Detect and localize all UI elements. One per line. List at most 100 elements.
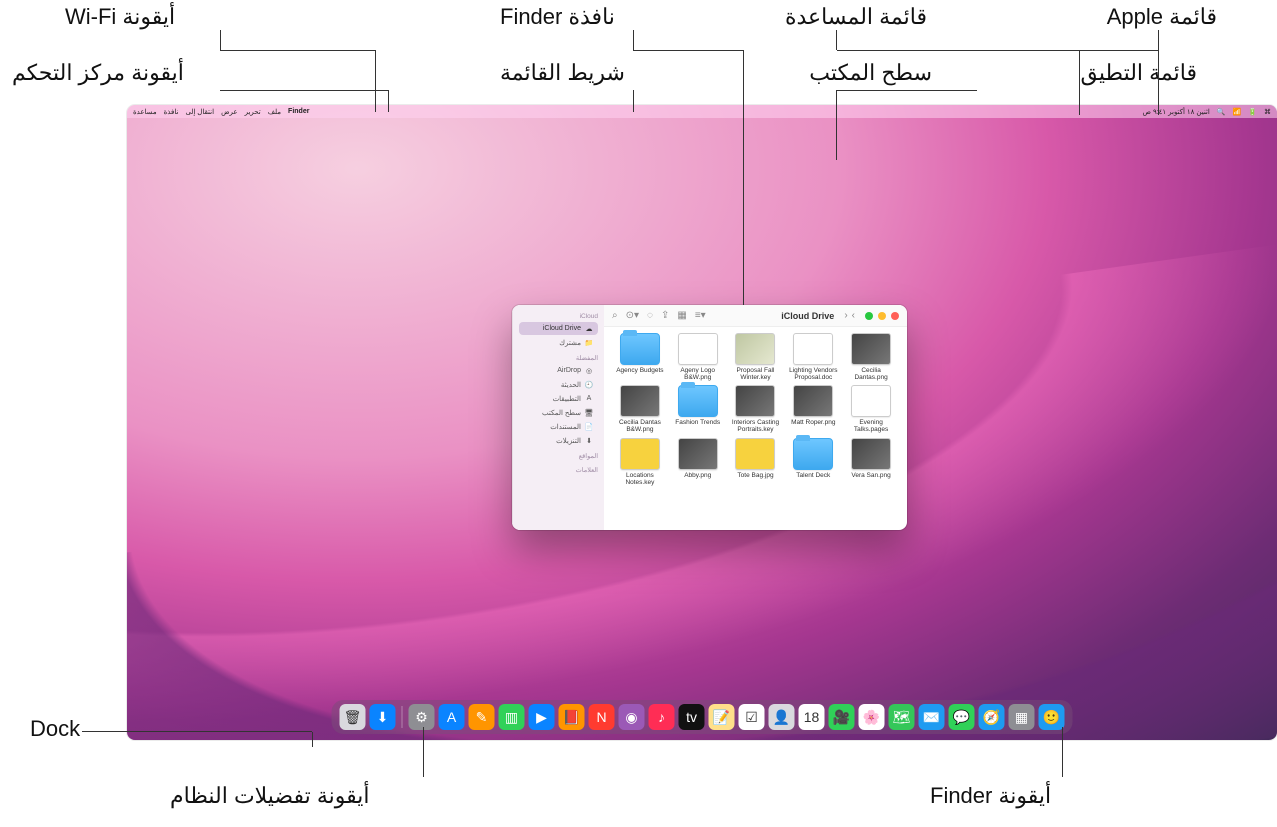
app-menu[interactable]: Finder xyxy=(288,108,309,115)
file-thumbnail xyxy=(793,333,833,365)
dock-app-launchpad[interactable]: ▦ xyxy=(1009,704,1035,730)
menu-window[interactable]: نافذة xyxy=(164,108,179,116)
dock-app-appstore[interactable]: A xyxy=(439,704,465,730)
wifi-icon[interactable]: 📶 xyxy=(1233,108,1242,116)
menu-file[interactable]: ملف xyxy=(268,108,281,116)
dock-app-notes[interactable]: 📝 xyxy=(709,704,735,730)
sidebar-item-label: مشترك xyxy=(559,339,581,347)
file-item[interactable]: Fashion Trends xyxy=(672,385,724,433)
spotlight-icon[interactable]: 🔍 xyxy=(1217,108,1226,116)
file-item[interactable]: Abby.png xyxy=(672,438,724,486)
sidebar-item[interactable]: ☁︎iCloud Drive xyxy=(519,322,598,335)
group-icon[interactable]: ≡▾ xyxy=(695,310,706,321)
finder-content[interactable]: Agency BudgetsAgeny Logo B&W.pngProposal… xyxy=(604,327,907,530)
finder-window[interactable]: ⌕ ⊙▾ ◌ ⇪ ▦ ≡▾ › ‹ xyxy=(512,305,907,530)
callout-control-center: أيقونة مركز التحكم xyxy=(12,60,184,86)
file-thumbnail xyxy=(620,385,660,417)
menu-edit[interactable]: تحرير xyxy=(245,108,261,116)
sidebar-item-label: iCloud Drive xyxy=(543,325,581,332)
sidebar-item-icon: 📁 xyxy=(584,339,594,347)
dock-app-podcasts[interactable]: ◉ xyxy=(619,704,645,730)
dock-app-photos[interactable]: 🌸 xyxy=(859,704,885,730)
minimize-icon[interactable] xyxy=(878,312,886,320)
file-item[interactable]: Locations Notes.key xyxy=(614,438,666,486)
sidebar-item[interactable]: 📁مشترك xyxy=(519,336,598,349)
close-icon[interactable] xyxy=(891,312,899,320)
sidebar-item[interactable]: 🖥سطح المكتب xyxy=(519,406,598,419)
file-item[interactable]: Matt Roper.png xyxy=(787,385,839,433)
sidebar-item[interactable]: Aالتطبيقات xyxy=(519,392,598,405)
dock-app-facetime[interactable]: 🎥 xyxy=(829,704,855,730)
file-item[interactable]: Proposal Fall Winter.key xyxy=(730,333,782,381)
file-thumbnail xyxy=(851,333,891,365)
dock-app-contacts[interactable]: 👤 xyxy=(769,704,795,730)
sidebar-item[interactable]: ◎AirDrop xyxy=(519,364,598,377)
file-item[interactable]: Vera San.png xyxy=(845,438,897,486)
menu-go[interactable]: انتقال إلى xyxy=(185,108,214,116)
menu-bar: ⌘ 🔋 📶 🔍 اثنين ١٨ أكتوبر ٩:٤١ ص Finder مل… xyxy=(127,105,1277,118)
sidebar-item-icon: ☁︎ xyxy=(584,325,594,333)
back-icon[interactable]: ‹ xyxy=(844,310,847,321)
file-item[interactable]: Lighting Vendors Proposal.doc xyxy=(787,333,839,381)
sidebar-item[interactable]: 📄المستندات xyxy=(519,420,598,433)
zoom-icon[interactable] xyxy=(865,312,873,320)
dock[interactable]: 🙂▦🧭💬✉️🗺🌸🎥18👤☑︎📝tv♪◉N📕▶︎▥✎A⚙︎ ⬇︎🗑 xyxy=(332,700,1073,734)
dock-trash[interactable]: 🗑 xyxy=(340,704,366,730)
sidebar-item-icon: 📄 xyxy=(584,423,594,431)
file-item[interactable]: Ageny Logo B&W.png xyxy=(672,333,724,381)
menu-help[interactable]: مساعدة xyxy=(133,108,157,116)
sidebar-item[interactable]: 🕘الحديثة xyxy=(519,378,598,391)
control-center-icon[interactable]: ⌘ xyxy=(1264,108,1271,116)
menu-bar-menus: Finder ملف تحرير عرض انتقال إلى نافذة مس… xyxy=(133,108,316,116)
dock-downloads[interactable]: ⬇︎ xyxy=(370,704,396,730)
file-item[interactable]: Interiors Casting Portraits.key xyxy=(730,385,782,433)
search-icon[interactable]: ⌕ xyxy=(612,310,618,321)
tag-icon[interactable]: ◌ xyxy=(647,310,653,321)
sidebar-item[interactable]: ⬇︎التنزيلات xyxy=(519,434,598,447)
file-item[interactable]: Evening Talks.pages xyxy=(845,385,897,433)
file-thumbnail xyxy=(735,438,775,470)
dock-app-safari[interactable]: 🧭 xyxy=(979,704,1005,730)
file-item[interactable]: Talent Deck xyxy=(787,438,839,486)
file-name: Evening Talks.pages xyxy=(845,419,897,433)
file-thumbnail xyxy=(620,438,660,470)
dock-app-finder[interactable]: 🙂 xyxy=(1039,704,1065,730)
share-icon[interactable]: ⇪ xyxy=(661,310,669,321)
dock-app-system-preferences[interactable]: ⚙︎ xyxy=(409,704,435,730)
dock-app-messages[interactable]: 💬 xyxy=(949,704,975,730)
dock-app-keynote[interactable]: ▶︎ xyxy=(529,704,555,730)
finder-toolbar: ⌕ ⊙▾ ◌ ⇪ ▦ ≡▾ › ‹ xyxy=(604,305,907,327)
callout-apple-menu: قائمة Apple xyxy=(1107,4,1217,30)
finder-main: ⌕ ⊙▾ ◌ ⇪ ▦ ≡▾ › ‹ xyxy=(604,305,907,530)
sidebar-section-label: العلامات xyxy=(519,466,598,474)
finder-title: iCloud Drive xyxy=(781,311,834,321)
dock-app-numbers[interactable]: ▥ xyxy=(499,704,525,730)
file-item[interactable]: Cecilia Dantas B&W.png xyxy=(614,385,666,433)
sidebar-item-label: التطبيقات xyxy=(553,395,581,403)
dock-app-reminders[interactable]: ☑︎ xyxy=(739,704,765,730)
file-item[interactable]: Agency Budgets xyxy=(614,333,666,381)
file-item[interactable]: Cecilia Dantas.png xyxy=(845,333,897,381)
file-thumbnail xyxy=(851,438,891,470)
dock-app-books[interactable]: 📕 xyxy=(559,704,585,730)
dock-app-news[interactable]: N xyxy=(589,704,615,730)
dock-app-maps[interactable]: 🗺 xyxy=(889,704,915,730)
sidebar-item-icon: ⬇︎ xyxy=(584,437,594,445)
dock-app-tv[interactable]: tv xyxy=(679,704,705,730)
dock-app-music[interactable]: ♪ xyxy=(649,704,675,730)
file-item[interactable]: Tote Bag.jpg xyxy=(730,438,782,486)
view-icon[interactable]: ▦ xyxy=(677,310,686,321)
sidebar-item-label: المستندات xyxy=(550,423,581,431)
window-controls[interactable] xyxy=(865,312,899,320)
dock-app-mail[interactable]: ✉️ xyxy=(919,704,945,730)
forward-icon[interactable]: › xyxy=(852,310,855,321)
dock-app-pages[interactable]: ✎ xyxy=(469,704,495,730)
battery-icon[interactable]: 🔋 xyxy=(1248,108,1257,116)
action-icon[interactable]: ⊙▾ xyxy=(626,310,639,321)
menu-bar-datetime[interactable]: اثنين ١٨ أكتوبر ٩:٤١ ص xyxy=(1143,108,1210,116)
nav-buttons[interactable]: › ‹ xyxy=(844,310,855,321)
toolbar-left: ⌕ ⊙▾ ◌ ⇪ ▦ ≡▾ xyxy=(612,310,706,321)
sidebar-section-label: iCloud xyxy=(519,313,598,320)
menu-view[interactable]: عرض xyxy=(221,108,238,116)
dock-app-calendar[interactable]: 18 xyxy=(799,704,825,730)
